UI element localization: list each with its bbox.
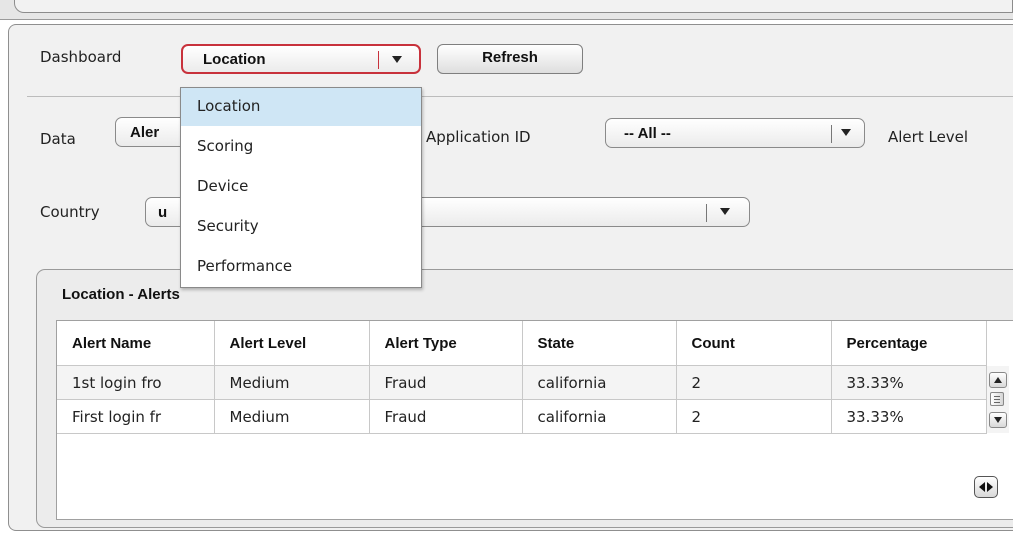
table-row[interactable]: First login fr Medium Fraud california 2… xyxy=(57,399,987,434)
dropdown-option-device[interactable]: Device xyxy=(181,168,421,206)
dashboard-select[interactable]: Location xyxy=(181,44,421,74)
column-header-percentage[interactable]: Percentage xyxy=(831,321,987,366)
cell-alert-type: Fraud xyxy=(369,365,523,400)
column-header-alert-level[interactable]: Alert Level xyxy=(214,321,370,366)
top-panel xyxy=(0,0,1013,20)
cell-percentage: 33.33% xyxy=(831,365,987,400)
scroll-thumb[interactable] xyxy=(990,392,1004,406)
scroll-up-icon xyxy=(994,377,1002,383)
alerts-grid: Alert Name Alert Level Alert Type State … xyxy=(56,320,1013,520)
data-label: Data xyxy=(40,130,76,148)
cell-state: california xyxy=(522,399,677,434)
column-header-count[interactable]: Count xyxy=(676,321,832,366)
dashboard-dropdown-list: Location Scoring Device Security Perform… xyxy=(180,87,422,288)
application-id-separator xyxy=(831,125,832,143)
data-selected-value: Aler xyxy=(130,124,160,141)
cell-alert-level: Medium xyxy=(214,365,370,400)
application-id-selected-value: -- All -- xyxy=(624,125,671,142)
top-panel-inner xyxy=(14,0,1013,13)
table-row[interactable]: 1st login fro Medium Fraud california 2 … xyxy=(57,365,987,400)
cell-alert-name: 1st login fro xyxy=(57,365,215,400)
cell-percentage: 33.33% xyxy=(831,399,987,434)
cell-count: 2 xyxy=(676,365,832,400)
dropdown-option-scoring[interactable]: Scoring xyxy=(181,128,421,166)
dashboard-selected-value: Location xyxy=(203,51,266,68)
cell-state: california xyxy=(522,365,677,400)
column-header-state[interactable]: State xyxy=(522,321,677,366)
chevron-down-icon[interactable] xyxy=(720,208,730,215)
application-id-label: Application ID xyxy=(426,128,531,146)
horizontal-scroll-button[interactable] xyxy=(974,476,998,498)
scroll-up-button[interactable] xyxy=(989,372,1007,388)
dashboard-label: Dashboard xyxy=(40,48,122,66)
country-label: Country xyxy=(40,203,100,221)
vertical-scrollbar[interactable] xyxy=(986,366,1009,433)
country-selected-value: u xyxy=(158,204,168,221)
cell-count: 2 xyxy=(676,399,832,434)
chevron-down-icon[interactable] xyxy=(392,56,402,63)
column-header-alert-name[interactable]: Alert Name xyxy=(57,321,215,366)
alert-level-label: Alert Level xyxy=(888,128,969,146)
refresh-button[interactable]: Refresh xyxy=(437,44,583,74)
scroll-left-icon xyxy=(979,482,985,492)
dropdown-option-security[interactable]: Security xyxy=(181,208,421,246)
country-separator xyxy=(706,204,707,222)
alerts-table: Alert Name Alert Level Alert Type State … xyxy=(57,321,987,434)
scroll-down-button[interactable] xyxy=(989,412,1007,428)
cell-alert-name: First login fr xyxy=(57,399,215,434)
scroll-right-icon xyxy=(987,482,993,492)
table-header-row: Alert Name Alert Level Alert Type State … xyxy=(57,321,987,366)
scroll-down-icon xyxy=(994,417,1002,423)
column-header-alert-type[interactable]: Alert Type xyxy=(369,321,523,366)
dashboard-select-separator xyxy=(378,51,379,69)
chevron-down-icon[interactable] xyxy=(841,129,851,136)
dropdown-option-performance[interactable]: Performance xyxy=(181,248,421,286)
divider xyxy=(27,96,1013,97)
application-id-select[interactable]: -- All -- xyxy=(605,118,865,148)
cell-alert-type: Fraud xyxy=(369,399,523,434)
cell-alert-level: Medium xyxy=(214,399,370,434)
dropdown-option-location[interactable]: Location xyxy=(181,88,421,126)
grid-title: Location - Alerts xyxy=(62,286,180,303)
